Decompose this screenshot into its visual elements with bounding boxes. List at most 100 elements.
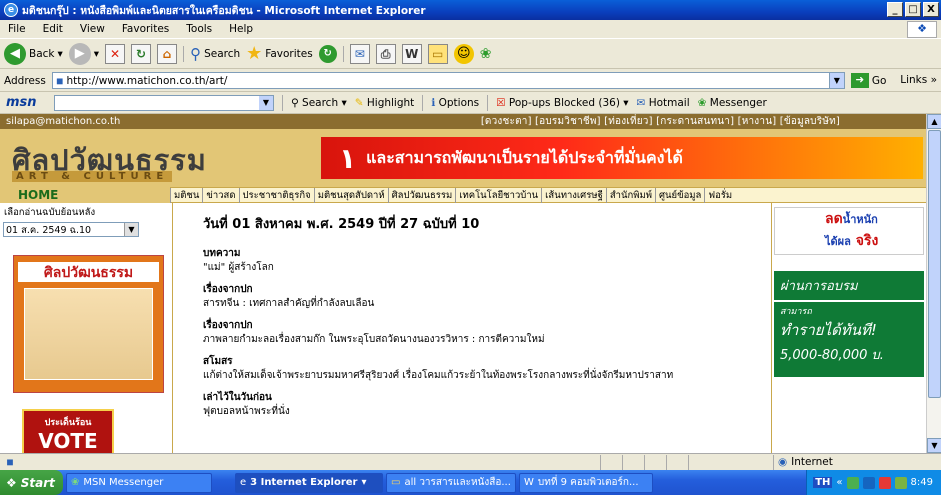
msn-butterfly-icon: ❀ [71,477,80,488]
article-section: บทความ "แม่" ผู้สร้างโลก [203,246,771,274]
issue-select[interactable]: 01 ส.ค. 2549 ฉ.10 ▼ [3,222,139,237]
menu-favorites[interactable]: Favorites [122,23,169,35]
msn-search-button[interactable]: ⚲ Search ▾ [291,97,347,109]
nav-item[interactable]: ประชาชาติธุรกิจ [238,187,314,203]
window-title: มติชนกรุ๊ป : หนังสือพิมพ์และนิตยสารในเคร… [22,4,426,17]
scroll-thumb[interactable] [928,130,941,398]
article-section: เล่าไว้ในวันก่อน ฟุตบอลหน้าพระที่นั่ง [203,390,771,418]
msn-butterfly-icon[interactable]: ❀ [480,46,492,62]
dropdown-icon[interactable]: ▼ [124,223,138,236]
home-link[interactable]: HOME [0,187,170,203]
globe-icon: ◉ [778,456,788,468]
vertical-scrollbar[interactable]: ▲ ▼ [926,114,941,453]
close-button[interactable]: X [923,2,939,17]
nav-item[interactable]: สำนักพิมพ์ [605,187,655,203]
site-email[interactable]: silapa@matichon.co.th [6,116,120,127]
edit-icon[interactable]: W [401,43,422,64]
options-button[interactable]: ℹ Options [431,97,479,109]
taskbar-item[interactable]: e 3 Internet Explorer ▾ [235,472,383,493]
site-logo-subtitle: ART & CULTURE [12,171,173,182]
training-income-ad[interactable]: ผ่านการอบรม สามารถ ทำรายได้ทันที! 5,000-… [774,271,924,377]
history-icon[interactable]: ↻ [318,44,337,63]
nav-item[interactable]: ฟอรั่ม [704,187,735,203]
site-top-strip: silapa@matichon.co.th [ดวงชะตา] [อบรมวิช… [0,114,926,129]
article-link[interactable]: "แม่" ผู้สร้างโลก [203,262,763,274]
maximize-button[interactable]: □ [905,2,921,17]
nav-item[interactable]: ศูนย์ข้อมูล [655,187,704,203]
windows-flag-icon: ❖ [907,21,937,38]
go-button[interactable]: ➜ Go [850,73,886,88]
magazine-cover[interactable]: ศิลปวัฒนธรรม [13,255,164,393]
nav-item[interactable]: เทคโนโลยีชาวบ้าน [455,187,541,203]
security-icon[interactable] [878,476,891,489]
print-icon[interactable]: ⎙ [375,43,396,64]
tray-expand-icon[interactable]: « [836,477,842,488]
dropdown-icon[interactable]: ▼ [259,95,273,110]
menu-help[interactable]: Help [229,23,253,35]
status-bar: ◾ ◉ Internet [0,453,941,470]
home-icon[interactable]: ⌂ [157,43,178,64]
search-button[interactable]: ⚲ Search [190,45,240,63]
main-content: วันที่ 01 สิงหาคม พ.ศ. 2549 ปีที่ 27 ฉบั… [172,203,772,453]
nav-item[interactable]: มติชน [170,187,202,203]
nav-item[interactable]: มติชนสุดสัปดาห์ [313,187,388,203]
favorites-button[interactable]: ★ Favorites [246,43,313,64]
network-icon[interactable] [846,476,859,489]
menu-view[interactable]: View [80,23,105,35]
display-icon[interactable] [862,476,875,489]
menu-tools[interactable]: Tools [186,23,212,35]
article-link[interactable]: ภาพลายกำมะลอเรื่องสามก๊ก ในพระอุโบสถวัดน… [203,334,763,346]
article-link[interactable]: สารทจีน : เทศกาลสำคัญที่กำลังลบเลือน [203,298,763,310]
minimize-button[interactable]: _ [887,2,903,17]
vote-label: VOTE [38,429,98,453]
scroll-down-icon[interactable]: ▼ [927,438,941,453]
nav-item[interactable]: ศิลปวัฒนธรรม [387,187,456,203]
windows-flag-icon: ❖ [6,475,17,490]
address-bar: Address ◾ http://www.matichon.co.th/art/… [0,70,941,92]
article-link[interactable]: ฟุตบอลหน้าพระที่นั่ง [203,406,763,418]
forward-button[interactable]: ▶ ▾ [68,42,99,65]
messenger-icon[interactable]: ☺ [453,43,474,64]
refresh-icon[interactable]: ↻ [131,43,152,64]
nav-item[interactable]: ข่าวสด [202,187,238,203]
address-input[interactable]: ◾ http://www.matichon.co.th/art/ ▼ [51,72,845,89]
zone-indicator: ◉ Internet [773,454,833,470]
msn-search-input[interactable]: ▼ [54,94,274,111]
weight-loss-ad[interactable]: ลดน้ำหนัก ได้ผล จริง [774,207,924,255]
menu-file[interactable]: File [8,23,26,35]
vote-top-label: ประเด็นร้อน [44,418,92,428]
cover-illustration [24,288,153,380]
msn-logo[interactable]: msn [6,95,46,110]
article-link[interactable]: แก้ต่างให้สมเด็จเจ้าพระยาบรมมหาศรีสุริยว… [203,370,763,382]
taskbar-item[interactable]: ▭ all วารสารและหนังสือ... [386,472,516,493]
address-url: http://www.matichon.co.th/art/ [66,74,228,87]
messenger-button[interactable]: ❀ Messenger [698,97,767,109]
highlight-button[interactable]: ✎ Highlight [355,97,415,109]
scroll-up-icon[interactable]: ▲ [927,114,941,129]
nav-item[interactable]: เส้นทางเศรษฐี [541,187,606,203]
menu-edit[interactable]: Edit [43,23,63,35]
mail-icon[interactable]: ✉ [349,43,370,64]
hotmail-button[interactable]: ✉ Hotmail [637,97,690,109]
banner-ad[interactable]: ١ และสามารถพัฒนาเป็นรายได้ประจำที่มั่นคง… [321,137,923,179]
start-button[interactable]: ❖ Start [0,470,63,495]
language-indicator[interactable]: TH [813,477,833,488]
folder-icon[interactable]: ▭ [427,43,448,64]
taskbar-item[interactable]: W บทที่ 9 คอมพิวเตอร์ก... [519,472,653,493]
links-button[interactable]: Links » [900,74,937,86]
menu-bar: File Edit View Favorites Tools Help ❖ [0,20,941,39]
vote-banner[interactable]: ประเด็นร้อน VOTE [22,409,114,453]
messenger-tray-icon[interactable] [894,476,907,489]
back-button[interactable]: ◀ Back ▾ [4,42,63,65]
article-section: เรื่องจากปก ภาพลายกำมะลอเรื่องสามก๊ก ในพ… [203,318,771,346]
taskbar: ❖ Start ❀ MSN Messenger e 3 Internet Exp… [0,470,941,495]
popups-blocked-button[interactable]: ☒ Pop-ups Blocked (36) ▾ [496,97,628,109]
page-status-icon: ◾ [6,456,14,468]
address-dropdown-icon[interactable]: ▼ [828,73,844,88]
site-top-links[interactable]: [ดวงชะตา] [อบรมวิชาชีพ] [ท่องเที่ยว] [กร… [481,114,840,129]
stop-icon[interactable]: ✕ [105,43,126,64]
system-tray: TH « 8:49 [806,470,941,495]
taskbar-item[interactable]: ❀ MSN Messenger [66,472,212,493]
clock[interactable]: 8:49 [911,477,933,488]
address-label: Address [4,74,46,87]
